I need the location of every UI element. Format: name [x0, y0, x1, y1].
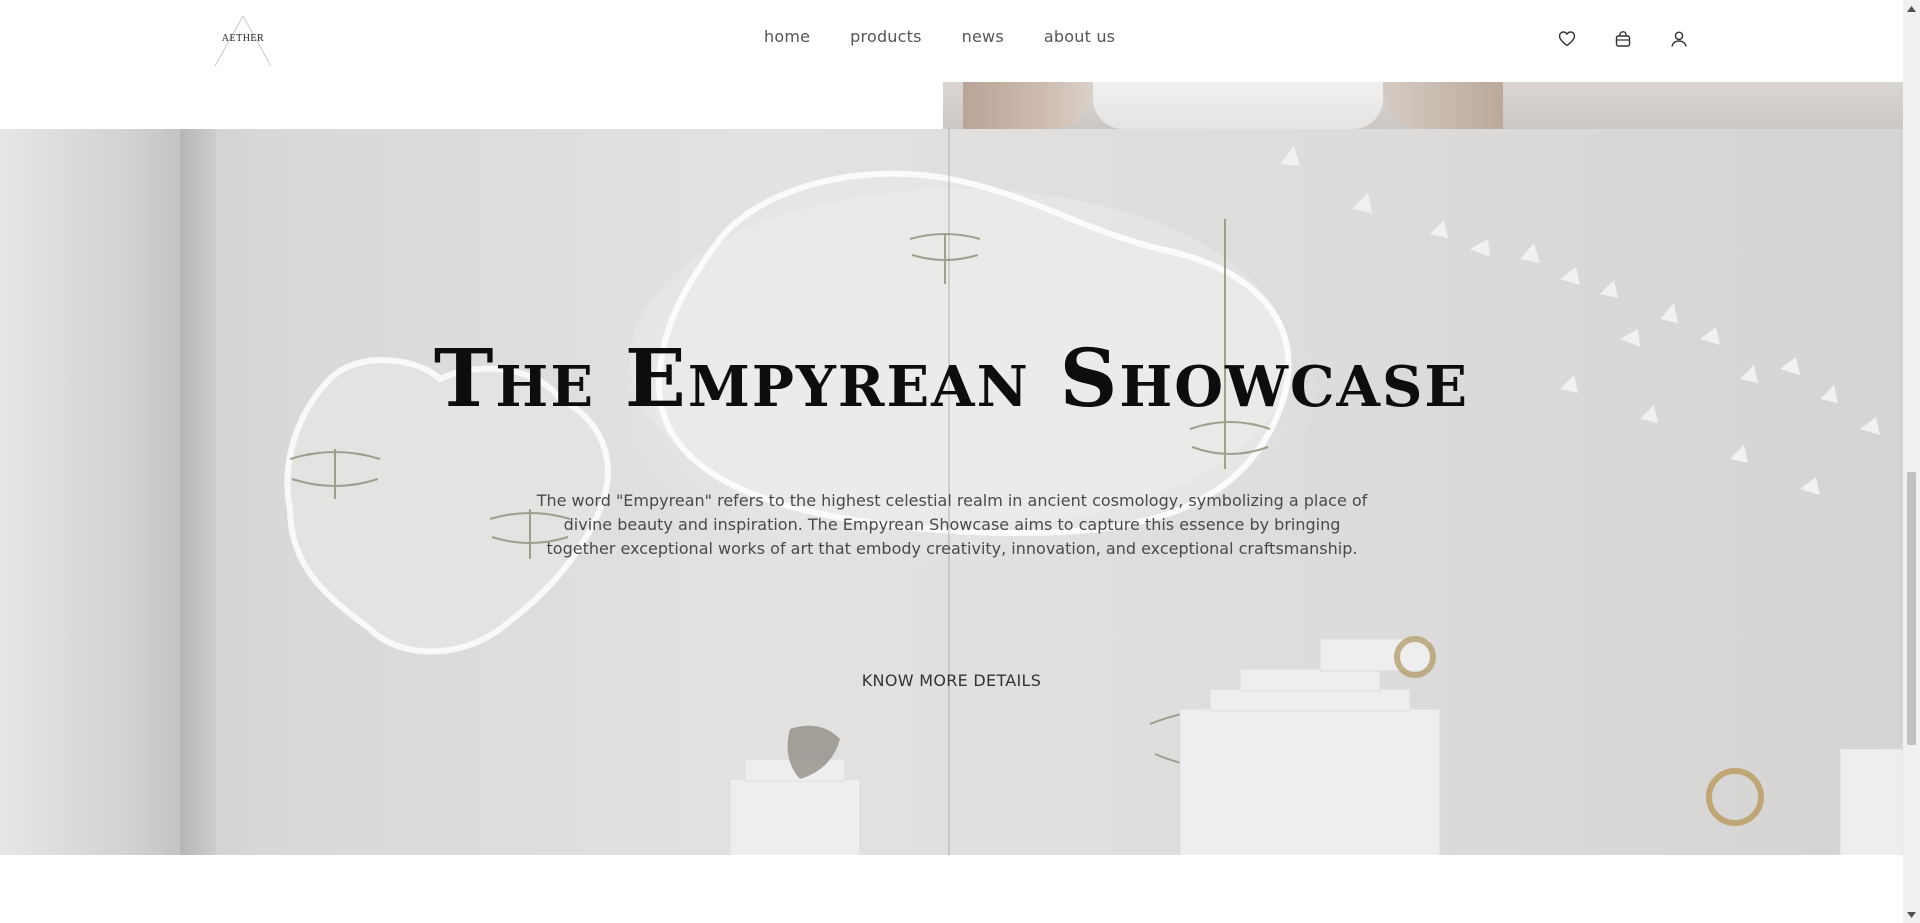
user-icon[interactable] [1670, 30, 1688, 48]
know-more-details-link-wrapper: KNOW MORE DETAILS [0, 671, 1903, 690]
scroll-up-arrow-icon[interactable] [1903, 0, 1920, 17]
know-more-details-link[interactable]: KNOW MORE DETAILS [862, 671, 1041, 690]
showcase-hero: The Empyrean Showcase The word "Empyrean… [0, 129, 1903, 855]
nav-item-products[interactable]: products [850, 27, 921, 46]
heart-icon[interactable] [1558, 30, 1576, 48]
previous-section-image [943, 82, 1903, 129]
shopping-bag-icon[interactable] [1614, 30, 1632, 48]
logo[interactable]: AETHER [213, 14, 273, 68]
header-actions [1558, 30, 1688, 48]
image-arm-right [1383, 82, 1503, 129]
hero-title: The Empyrean Showcase [433, 331, 1470, 425]
image-arm-left [963, 82, 1093, 129]
site-header: AETHER home products news about us [0, 0, 1903, 82]
vertical-scrollbar[interactable] [1903, 0, 1920, 923]
nav-item-news[interactable]: news [962, 27, 1004, 46]
main-nav: home products news about us [764, 27, 1115, 46]
nav-item-home[interactable]: home [764, 27, 810, 46]
page: AETHER home products news about us The E… [0, 0, 1920, 923]
nav-item-about-us[interactable]: about us [1044, 27, 1115, 46]
image-shirt [1093, 82, 1383, 129]
logo-text: AETHER [221, 33, 265, 44]
scroll-down-arrow-icon[interactable] [1903, 906, 1920, 923]
hero-description: The word "Empyrean" refers to the highes… [536, 491, 1368, 558]
scrollbar-thumb[interactable] [1907, 472, 1916, 745]
